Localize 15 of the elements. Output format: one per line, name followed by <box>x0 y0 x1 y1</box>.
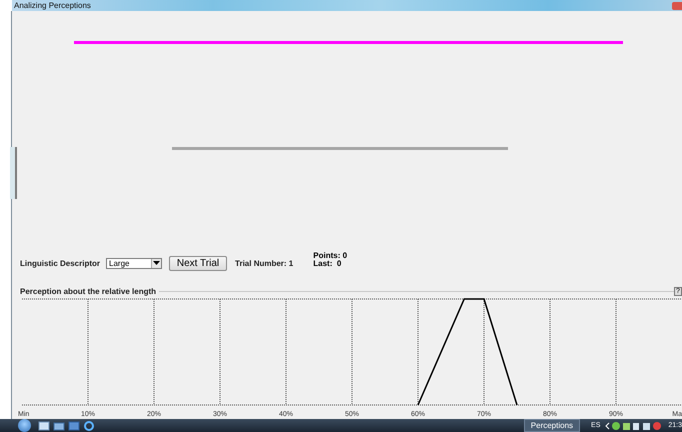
browser-icon[interactable] <box>83 420 95 430</box>
last-label: Last: 0 <box>313 260 342 268</box>
trial-number: Trial Number: 1 <box>235 258 294 268</box>
quick-launch-icon[interactable] <box>53 420 65 430</box>
next-trial-button[interactable]: Next Trial <box>169 256 228 270</box>
descriptor-dropdown[interactable]: Large <box>106 258 162 268</box>
points-label: Points: 0 <box>313 252 348 260</box>
taskbar-button[interactable]: Perceptions <box>524 419 580 432</box>
dropdown-arrow-icon <box>153 261 160 265</box>
side-handle[interactable] <box>10 147 17 199</box>
window-title: Analizing Perceptions <box>13 1 91 10</box>
group-title: Perception about the relative length <box>20 286 156 296</box>
start-button[interactable] <box>18 419 31 432</box>
quick-launch-icon[interactable] <box>38 420 50 430</box>
descriptor-label: Linguistic Descriptor <box>20 258 100 268</box>
